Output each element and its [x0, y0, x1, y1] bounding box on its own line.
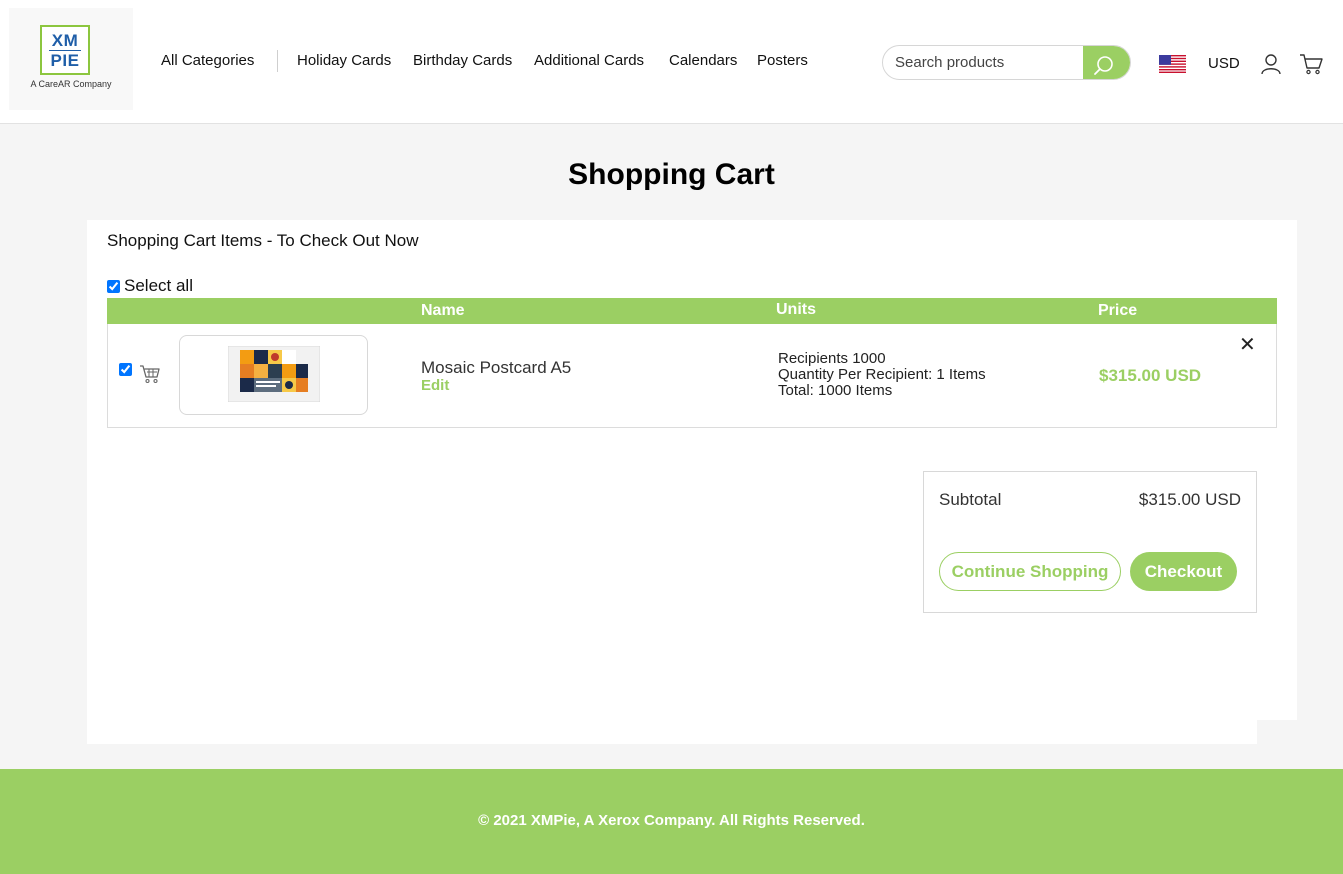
- item-price: $315.00 USD: [1099, 366, 1202, 385]
- cart-item-icon: [140, 365, 160, 384]
- page-title: Shopping Cart: [568, 158, 775, 191]
- select-all-checkbox[interactable]: [107, 279, 120, 293]
- us-flag-icon[interactable]: [1159, 55, 1186, 73]
- mosaic-postcard-image: [228, 346, 320, 402]
- item-edit-link[interactable]: Edit: [421, 377, 449, 394]
- checkout-button[interactable]: Checkout: [1130, 552, 1237, 591]
- logo-tagline: A CareAR Company: [30, 79, 112, 89]
- nav-item-holiday-cards[interactable]: Holiday Cards: [297, 52, 391, 69]
- nav-item-all-categories[interactable]: All Categories: [161, 52, 254, 69]
- subtotal-value: $315.00 USD: [1138, 490, 1241, 509]
- item-checkbox[interactable]: [119, 363, 132, 376]
- cart-section-title: Shopping Cart Items - To Check Out Now: [107, 231, 419, 250]
- footer-copyright: © 2021 XMPie, A Xerox Company. All Right…: [478, 812, 865, 829]
- nav-item-posters[interactable]: Posters: [757, 52, 808, 69]
- search-bar: [882, 45, 1131, 80]
- remove-item-close-icon[interactable]: ✕: [1239, 332, 1256, 357]
- units-quantity-per-recipient: Quantity Per Recipient: 1 Items: [778, 366, 986, 383]
- nav-item-additional-cards[interactable]: Additional Cards: [534, 52, 644, 69]
- cart-panel: [87, 220, 1297, 720]
- units-total: Total: 1000 Items: [778, 382, 893, 399]
- xmpie-logo[interactable]: XM PIE A CareAR Company: [9, 8, 133, 110]
- site-header: XM PIE A CareAR Company All Categories H…: [0, 0, 1343, 124]
- continue-shopping-button[interactable]: Continue Shopping: [939, 552, 1121, 591]
- column-header-units: Units: [776, 301, 816, 318]
- column-header-price: Price: [1098, 302, 1138, 319]
- column-header-name: Name: [421, 302, 465, 319]
- product-thumbnail[interactable]: [179, 335, 368, 415]
- logo-text-top: XM: [51, 31, 79, 50]
- select-all[interactable]: Select all: [107, 276, 193, 296]
- order-summary: Subtotal $315.00 USD Continue Shopping C…: [923, 471, 1257, 613]
- nav-item-birthday-cards[interactable]: Birthday Cards: [413, 52, 512, 69]
- user-icon[interactable]: [1260, 53, 1282, 75]
- select-all-label: Select all: [124, 276, 193, 295]
- cart-icon[interactable]: [1299, 53, 1323, 75]
- nav-item-calendars[interactable]: Calendars: [669, 52, 737, 69]
- logo-mark: XM PIE: [40, 25, 90, 75]
- item-units: Recipients 1000 Quantity Per Recipient: …: [778, 351, 986, 399]
- logo-text-bottom: PIE: [49, 50, 81, 70]
- search-icon: [1094, 56, 1113, 75]
- units-recipients: Recipients 1000: [778, 350, 886, 367]
- cart-panel-bottom: [87, 720, 1257, 744]
- nav-divider: [277, 50, 278, 72]
- cart-table-header: Name Units Price: [107, 298, 1277, 324]
- subtotal-label: Subtotal: [939, 490, 1002, 509]
- cart-item-row: Mosaic Postcard A5 Edit Recipients 1000 …: [107, 324, 1277, 428]
- site-footer: © 2021 XMPie, A Xerox Company. All Right…: [0, 769, 1343, 874]
- item-name: Mosaic Postcard A5: [421, 358, 572, 377]
- currency-selector[interactable]: USD: [1208, 55, 1240, 72]
- search-input[interactable]: [883, 46, 1083, 79]
- search-button[interactable]: [1083, 46, 1130, 79]
